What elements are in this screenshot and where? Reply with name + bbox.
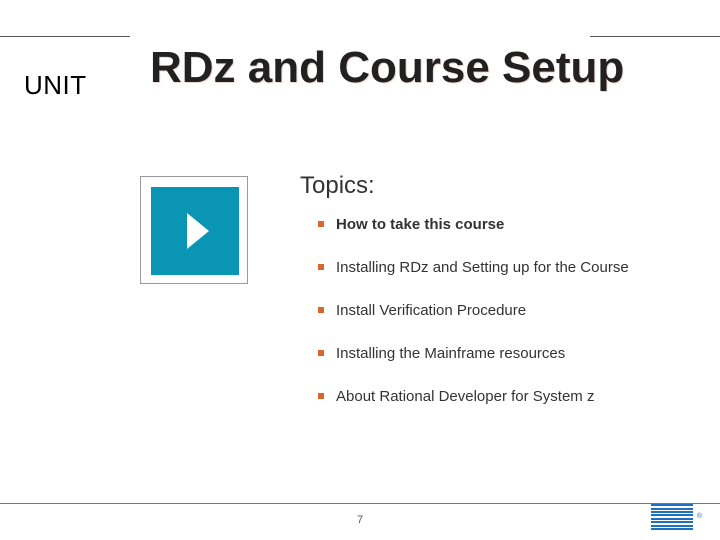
unit-label: UNIT	[24, 70, 87, 101]
topic-item: How to take this course	[318, 216, 629, 233]
play-icon	[187, 213, 209, 249]
registered-mark: ®	[697, 513, 702, 520]
play-box	[140, 176, 248, 284]
topic-item: Installing RDz and Setting up for the Co…	[318, 259, 629, 276]
topic-item: About Rational Developer for System z	[318, 388, 629, 405]
ibm-logo-bars	[651, 504, 693, 530]
topic-list: How to take this course Installing RDz a…	[318, 216, 629, 431]
footer-rule	[0, 503, 720, 504]
top-rule-left	[0, 36, 130, 37]
ibm-logo: ®	[651, 504, 702, 530]
topic-item: Install Verification Procedure	[318, 302, 629, 319]
topic-item: Installing the Mainframe resources	[318, 345, 629, 362]
page-number: 7	[357, 514, 363, 526]
top-rule-right	[590, 36, 720, 37]
unit-title: RDz and Course Setup	[150, 44, 624, 92]
topics-heading: Topics:	[300, 172, 375, 200]
play-icon-container	[151, 187, 239, 275]
